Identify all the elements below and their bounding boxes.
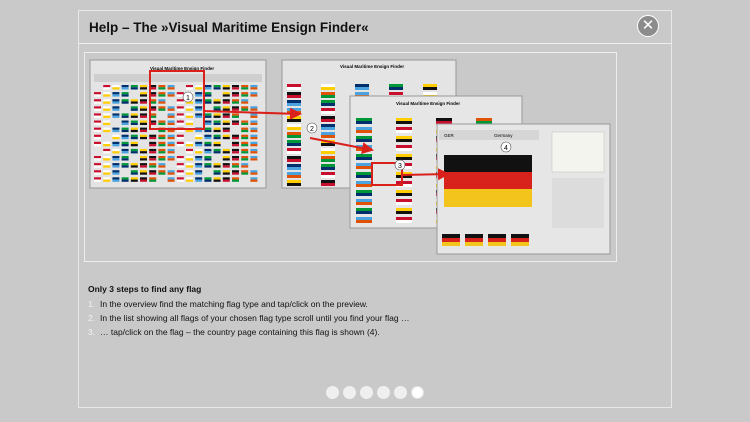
pager-dot[interactable] — [326, 386, 339, 399]
steps-section: Only 3 steps to find any flag 1. In the o… — [88, 284, 409, 341]
marker-3: 3 — [398, 163, 402, 170]
marker-1: 1 — [186, 95, 190, 102]
country-code: GER — [444, 133, 455, 138]
steps-heading: Only 3 steps to find any flag — [88, 284, 202, 294]
pager-dot[interactable] — [377, 386, 390, 399]
country-screen: GER Germany 4 — [436, 123, 611, 255]
illustration: Visual Maritime Ensign Finder 1 Visual M… — [89, 59, 611, 255]
marker-4: 4 — [504, 145, 508, 152]
step-item: 3.… tap/click on the flag – the country … — [88, 327, 380, 337]
pager-dot[interactable] — [360, 386, 373, 399]
pager-dot[interactable] — [394, 386, 407, 399]
list-title-2: Visual Maritime Ensign Finder — [396, 101, 460, 106]
step-item: 1. In the overview find the matching flag… — [88, 299, 368, 309]
overview-screen: Visual Maritime Ensign Finder 1 — [89, 59, 267, 189]
pager-dot[interactable] — [343, 386, 356, 399]
pager-dots — [326, 386, 424, 399]
marker-2: 2 — [310, 126, 314, 133]
list-title-1: Visual Maritime Ensign Finder — [340, 64, 404, 69]
step-item: 2. In the list showing all flags of your … — [88, 313, 410, 323]
pager-dot[interactable] — [411, 386, 424, 399]
country-name: Germany — [494, 133, 513, 138]
